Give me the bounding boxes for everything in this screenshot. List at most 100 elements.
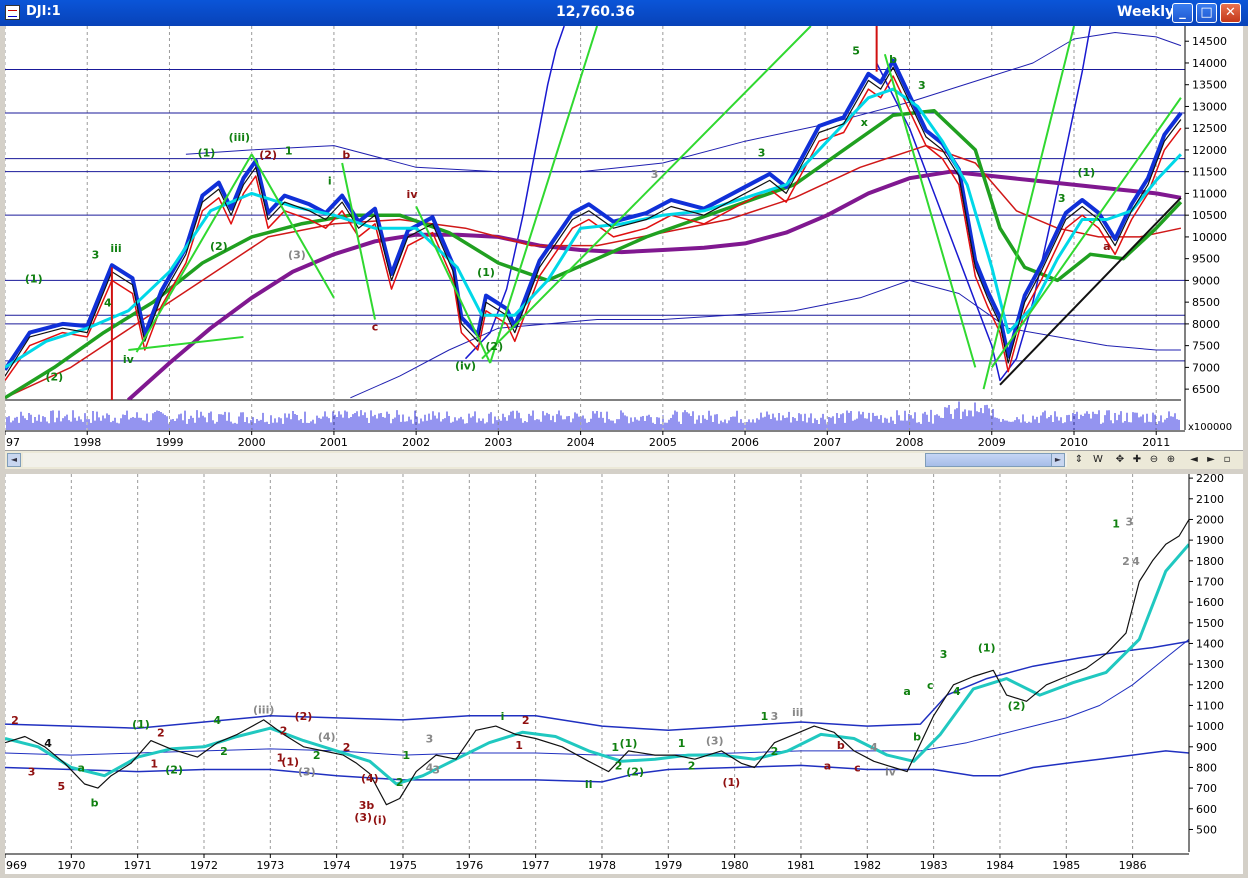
historical-chart[interactable]: 2345ab(1)12(2)42(iii)21(1)(2)(3)2(4)2(4)… [4, 472, 1243, 874]
weekly-chart-pane[interactable]: (1) (2) 3 iii iv 4 (1) (2) (iii) (2) 1 (3) i b iv c (1)(… [4, 26, 1243, 450]
top-y-tick-label: 9500 [1192, 253, 1220, 266]
bottom-y-tick-label: 1300 [1196, 658, 1224, 671]
top-trendline[interactable] [982, 26, 1075, 390]
bottom-x-tick-label: 1978 [588, 859, 616, 872]
pan-icon[interactable]: ✥ [1112, 452, 1128, 468]
title-bar[interactable]: DJI:1 12,760.36 Weekly _ □ ✕ [0, 0, 1248, 26]
bottom-x-tick-label: 1985 [1052, 859, 1080, 872]
maximize-button[interactable]: □ [1196, 3, 1217, 23]
bottom-wave-label: (1) [132, 718, 150, 731]
bottom-wave-label: b [913, 731, 921, 744]
bottom-wave-label: 2 [396, 776, 404, 789]
zoom-out-icon[interactable]: ⊖ [1146, 452, 1162, 468]
scroll-mode-icon[interactable]: ⇕ [1071, 452, 1087, 468]
top-wave-label: iii [110, 242, 121, 255]
top-x-tick-label: 1999 [155, 436, 183, 449]
top-wave-label: 5 [852, 44, 860, 57]
zoom-in-icon[interactable]: ⊕ [1163, 452, 1179, 468]
top-y-tick-label: 13000 [1192, 100, 1227, 113]
bottom-wave-label: a [78, 762, 85, 775]
bottom-x-tick-label: 1984 [986, 859, 1014, 872]
top-x-tick-label: 1998 [73, 436, 101, 449]
bottom-wave-label: 1 [515, 739, 523, 752]
scroll-thumb[interactable] [925, 453, 1057, 467]
bottom-y-tick-label: 1900 [1196, 534, 1224, 547]
bottom-wave-label: (3) [298, 766, 316, 779]
top-trendline[interactable] [135, 153, 253, 353]
top-wave-label: (1) [198, 146, 216, 159]
close-button[interactable]: ✕ [1220, 3, 1241, 23]
top-wave-label: b [342, 149, 350, 162]
bottom-x-tick-label: 1981 [787, 859, 815, 872]
top-trendline[interactable] [883, 53, 977, 368]
bottom-wave-label: 4 [213, 714, 221, 727]
bottom-wave-label: (1) [281, 755, 299, 768]
top-x-tick-label: 2011 [1142, 436, 1170, 449]
period-label[interactable]: Weekly [1117, 4, 1174, 20]
bottom-wave-label: b [91, 797, 99, 810]
bottom-wave-label: 3 [28, 766, 36, 779]
bottom-wave-label: 2 [1122, 555, 1130, 568]
bottom-wave-label: (4) [318, 731, 336, 744]
top-wave-label: 4 [104, 297, 112, 310]
scroll-left-arrow-icon[interactable]: ◄ [7, 453, 21, 467]
top-y-tick-label: 7500 [1192, 340, 1220, 353]
bottom-wave-label: 3 [940, 648, 948, 661]
step-back-icon[interactable]: ◄ [1186, 452, 1202, 468]
bottom-y-tick-label: 1500 [1196, 617, 1224, 630]
bottom-wave-label: (1) [620, 737, 638, 750]
bottom-wave-label: i [501, 710, 505, 723]
bottom-series-cyan [5, 543, 1189, 786]
top-y-tick-label: 12500 [1192, 122, 1227, 135]
bottom-wave-label: 2 [280, 724, 288, 737]
bottom-wave-label: c [854, 762, 861, 775]
bottom-x-tick-label: 1980 [721, 859, 749, 872]
scroll-right-arrow-icon[interactable]: ► [1051, 453, 1065, 467]
top-wave-label: i [328, 175, 332, 188]
bottom-x-tick-label: 1973 [256, 859, 284, 872]
bottom-wave-label: 4 [44, 737, 52, 750]
top-y-tick-label: 8500 [1192, 296, 1220, 309]
bottom-wave-label: 3 [1125, 516, 1133, 529]
top-y-tick-label: 10000 [1192, 231, 1227, 244]
top-wave-label: (2) [45, 370, 63, 383]
bottom-wave-label: (iii) [253, 704, 274, 717]
bottom-y-tick-label: 1700 [1196, 575, 1224, 588]
bottom-x-tick-label: 1976 [455, 859, 483, 872]
step-forward-icon[interactable]: ► [1203, 452, 1219, 468]
top-x-tick-label: 2001 [320, 436, 348, 449]
bottom-y-tick-label: 1200 [1196, 679, 1224, 692]
bottom-y-tick-label: 900 [1196, 741, 1217, 754]
weekly-toggle-button[interactable]: W [1090, 452, 1106, 468]
bottom-y-tick-label: 1100 [1196, 699, 1224, 712]
top-y-tick-label: 10500 [1192, 209, 1227, 222]
top-wave-label: iv [407, 188, 419, 201]
bottom-wave-label: (2) [295, 710, 313, 723]
scroll-track[interactable] [23, 453, 1067, 467]
top-y-tick-label: 6500 [1192, 383, 1220, 396]
bottom-wave-label: 2 [688, 760, 696, 773]
top-wave-label: x [861, 116, 868, 129]
crosshair-icon[interactable]: ✚ [1129, 452, 1145, 468]
chart-app-icon[interactable] [5, 5, 20, 20]
bottom-wave-label: 3 [432, 764, 440, 777]
bottom-wave-label: 2 [771, 745, 779, 758]
top-trendline[interactable] [415, 206, 492, 364]
top-y-tick-label: 9000 [1192, 274, 1220, 287]
top-y-tick-label: 12000 [1192, 144, 1227, 157]
historical-chart-pane[interactable]: 2 3 4 5 a b (1) 1 2 (2) 4 2 (iii) 2 1 (1) (2) (3) 2 (4) 2 (4)… [4, 472, 1243, 874]
bottom-wave-label: 2 [343, 741, 351, 754]
top-x-tick-label: 2009 [978, 436, 1006, 449]
chart-options-icon[interactable]: ▫ [1219, 452, 1235, 468]
top-wave-label: (1) [25, 273, 43, 286]
bottom-x-tick-label: 1977 [522, 859, 550, 872]
chart-scrollbar[interactable]: ◄ ► ⇕ W ✥ ✚ ⊖ ⊕ ◄ ► ▫ [5, 450, 1243, 469]
minimize-button[interactable]: _ [1172, 3, 1193, 23]
bottom-wave-label: (1) [978, 642, 996, 655]
weekly-chart[interactable]: (1)(2)3iiiiv4(1)(2)(iii)(2) 1(3)ibivc(1)(… [4, 26, 1243, 450]
top-wave-label: (iv) [455, 360, 476, 373]
top-wave-label: (1) [477, 266, 495, 279]
bottom-wave-label: 1 [678, 737, 686, 750]
bottom-wave-label: 4 [953, 685, 961, 698]
bottom-wave-label: 2 [220, 745, 228, 758]
